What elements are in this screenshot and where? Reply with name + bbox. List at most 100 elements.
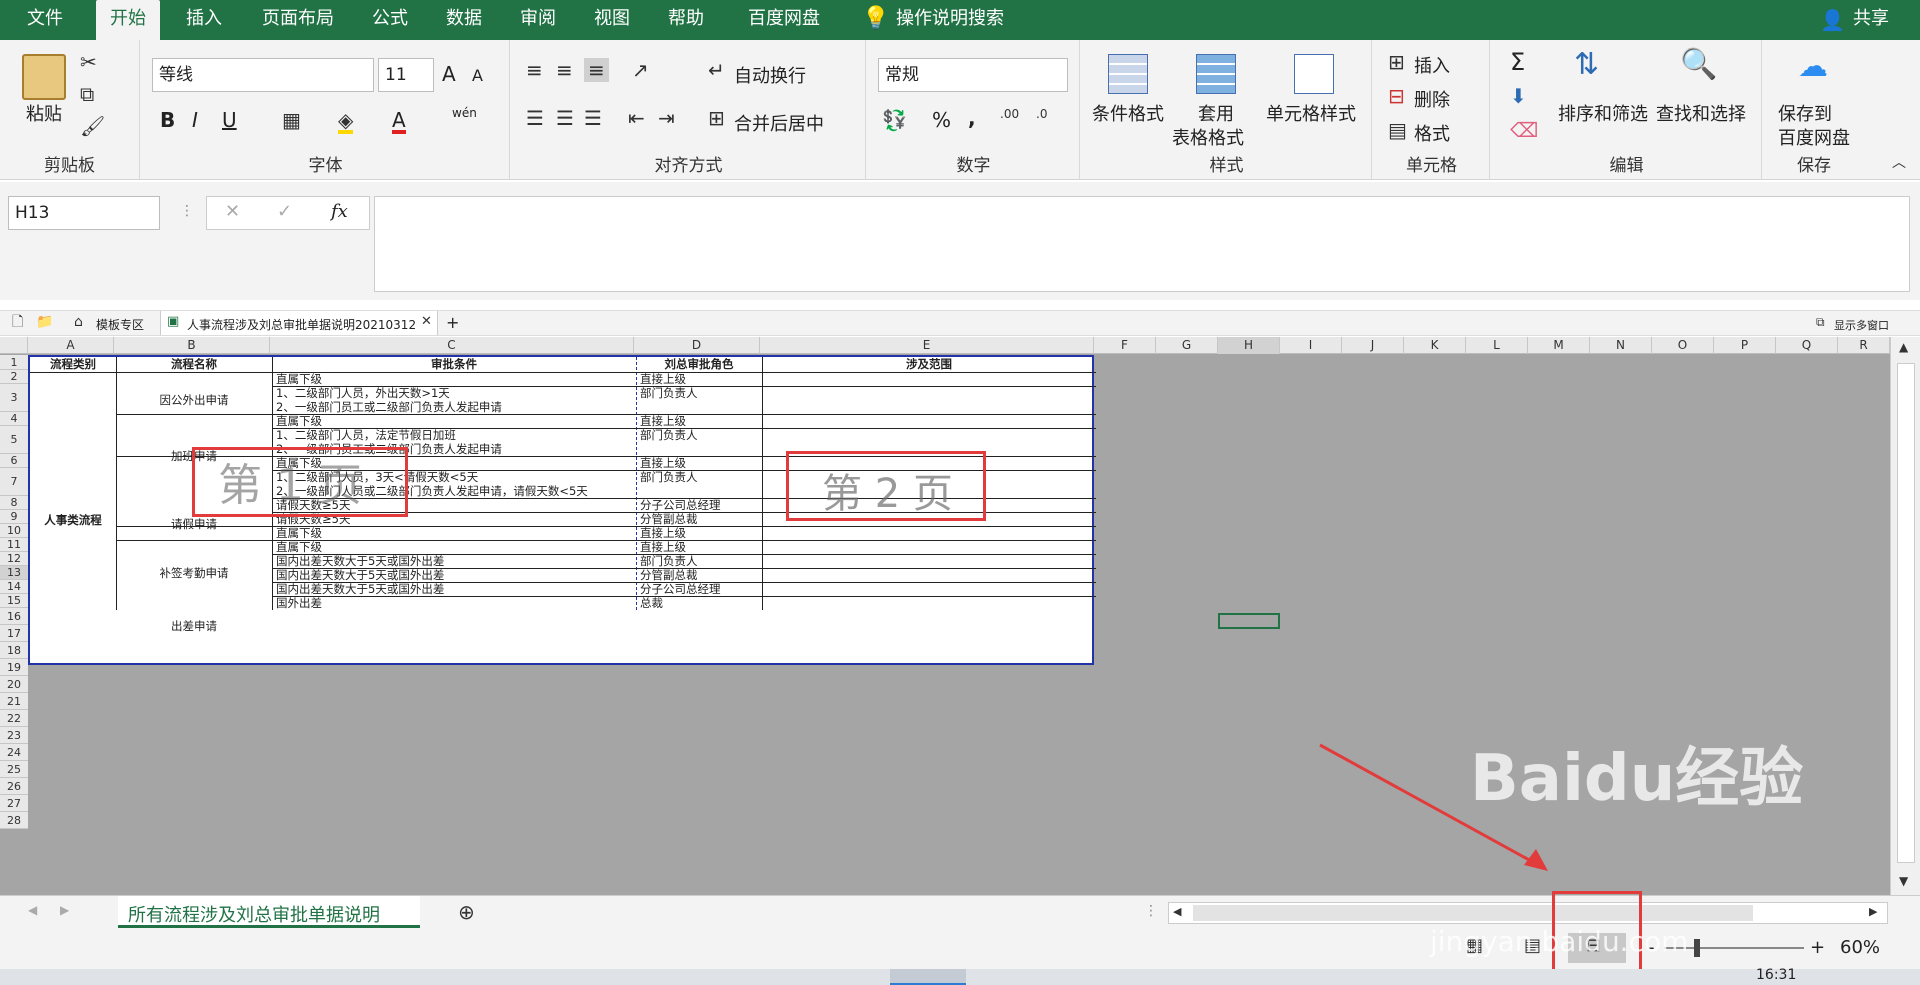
- format-painter-icon[interactable]: 🖌: [80, 116, 105, 136]
- wrap-text-button[interactable]: 自动换行: [734, 62, 806, 88]
- tab-insert[interactable]: 插入: [172, 0, 236, 40]
- conditional-format-button[interactable]: 条件格式: [1092, 100, 1164, 126]
- cancel-button[interactable]: ✕: [225, 201, 240, 222]
- align-top-icon[interactable]: ≡: [526, 60, 543, 80]
- fill-color-icon[interactable]: ◈: [338, 110, 354, 134]
- row-header[interactable]: 18: [0, 642, 28, 659]
- row-header[interactable]: 21: [0, 693, 28, 710]
- merge-center-button[interactable]: 合并后居中: [734, 110, 824, 136]
- formula-input[interactable]: [374, 196, 1910, 292]
- name-box[interactable]: H13: [8, 196, 160, 230]
- tab-formulas[interactable]: 公式: [358, 0, 422, 40]
- condition-cell[interactable]: 1、二级部门人员，外出天数>1天: [276, 386, 632, 400]
- role-cell[interactable]: 直接上级: [640, 526, 760, 540]
- role-cell[interactable]: 直接上级: [640, 372, 760, 386]
- prev-sheet-icon[interactable]: ◀: [28, 904, 37, 916]
- col-header[interactable]: Q: [1776, 337, 1838, 354]
- condition-cell[interactable]: 国内出差天数大于5天或国外出差: [276, 568, 632, 582]
- autosum-button[interactable]: Σ: [1510, 48, 1525, 76]
- header-cell[interactable]: 涉及范围: [762, 357, 1096, 371]
- col-header[interactable]: R: [1838, 337, 1890, 354]
- row-header[interactable]: 8: [0, 496, 28, 510]
- new-tab-button[interactable]: +: [446, 313, 459, 332]
- font-color-icon[interactable]: A: [392, 110, 406, 134]
- row-header[interactable]: 20: [0, 676, 28, 693]
- decrease-decimal-icon[interactable]: .0: [1036, 108, 1047, 120]
- process-name-cell[interactable]: 出差申请: [116, 619, 272, 633]
- col-header[interactable]: H: [1218, 337, 1280, 354]
- row-header[interactable]: 16: [0, 608, 28, 625]
- row-header[interactable]: 9: [0, 510, 28, 524]
- decrease-indent-icon[interactable]: ⇤: [628, 108, 645, 128]
- tab-baidu-pan[interactable]: 百度网盘: [736, 0, 832, 40]
- italic-button[interactable]: I: [192, 108, 198, 132]
- scroll-up-icon[interactable]: ▲: [1899, 341, 1908, 353]
- col-header[interactable]: M: [1528, 337, 1590, 354]
- scroll-left-icon[interactable]: ◀: [1173, 906, 1181, 917]
- condition-cell[interactable]: 直属下级: [276, 372, 632, 386]
- row-header[interactable]: 27: [0, 795, 28, 812]
- role-cell[interactable]: 分管副总裁: [640, 568, 760, 582]
- col-header[interactable]: L: [1466, 337, 1528, 354]
- template-zone-tab[interactable]: 模板专区: [96, 316, 144, 333]
- align-left-icon[interactable]: ☰: [526, 108, 544, 128]
- increase-decimal-icon[interactable]: .00: [1000, 108, 1019, 120]
- col-header[interactable]: O: [1652, 337, 1714, 354]
- sort-filter-button[interactable]: 排序和筛选: [1558, 100, 1648, 126]
- row-header[interactable]: 10: [0, 524, 28, 538]
- orientation-icon[interactable]: ↗: [632, 60, 649, 80]
- delete-cells-button[interactable]: 删除: [1414, 86, 1450, 112]
- cell-styles-button[interactable]: 单元格样式: [1266, 100, 1356, 126]
- condition-cell[interactable]: 国内出差天数大于5天或国外出差: [276, 554, 632, 568]
- col-header[interactable]: E: [760, 337, 1094, 354]
- category-cell[interactable]: 人事类流程: [30, 513, 116, 527]
- border-icon[interactable]: ▦: [282, 110, 301, 130]
- increase-indent-icon[interactable]: ⇥: [658, 108, 675, 128]
- copy-icon[interactable]: ⧉: [80, 84, 94, 104]
- taskbar-excel-button[interactable]: [890, 969, 966, 985]
- align-bottom-icon[interactable]: ≡: [584, 58, 609, 82]
- file-tab[interactable]: ▣ 人事流程涉及刘总审批单据说明20210312 ✕: [160, 311, 438, 335]
- condition-cell[interactable]: 2、一级部门员工或二级部门负责人发起申请: [276, 400, 632, 414]
- row-header[interactable]: 13: [0, 566, 28, 580]
- role-cell[interactable]: 直接上级: [640, 456, 760, 470]
- col-header[interactable]: G: [1156, 337, 1218, 354]
- phonetic-button[interactable]: wén: [452, 106, 477, 120]
- col-header[interactable]: C: [270, 337, 634, 354]
- collapse-ribbon-icon[interactable]: ︿: [1892, 156, 1906, 170]
- row-header[interactable]: 1: [0, 355, 28, 370]
- save-to-label-2[interactable]: 百度网盘: [1778, 124, 1850, 150]
- col-header[interactable]: P: [1714, 337, 1776, 354]
- col-header[interactable]: D: [634, 337, 760, 354]
- col-header[interactable]: A: [28, 337, 114, 354]
- condition-cell[interactable]: 国内出差天数大于5天或国外出差: [276, 582, 632, 596]
- row-header[interactable]: 25: [0, 761, 28, 778]
- scroll-thumb[interactable]: [1897, 363, 1915, 863]
- header-cell[interactable]: 审批条件: [272, 357, 636, 371]
- row-header[interactable]: 23: [0, 727, 28, 744]
- zoom-in-button[interactable]: +: [1810, 937, 1825, 958]
- grow-font-button[interactable]: A: [442, 62, 456, 86]
- row-header[interactable]: 2: [0, 370, 28, 384]
- share-button[interactable]: 共享: [1846, 0, 1896, 40]
- number-format-select[interactable]: 常规: [878, 58, 1068, 92]
- condition-cell[interactable]: 直属下级: [276, 414, 632, 428]
- col-header[interactable]: J: [1342, 337, 1404, 354]
- bold-button[interactable]: B: [160, 108, 175, 132]
- horizontal-scrollbar[interactable]: ◀ ▶: [1168, 902, 1888, 924]
- select-all-corner[interactable]: [0, 337, 28, 354]
- header-cell[interactable]: 流程类别: [30, 357, 116, 371]
- paste-icon[interactable]: [22, 54, 66, 100]
- row-header[interactable]: 4: [0, 412, 28, 426]
- role-cell[interactable]: 分子公司总经理: [640, 582, 760, 596]
- vertical-scrollbar[interactable]: ▲ ▼: [1890, 337, 1920, 895]
- col-header[interactable]: K: [1404, 337, 1466, 354]
- new-doc-icon[interactable]: 🗋: [12, 315, 23, 329]
- role-cell[interactable]: 直接上级: [640, 540, 760, 554]
- row-header[interactable]: 17: [0, 625, 28, 642]
- header-cell[interactable]: 流程名称: [116, 357, 272, 371]
- role-cell[interactable]: 分子公司总经理: [640, 498, 760, 512]
- tab-home[interactable]: 开始: [96, 0, 160, 40]
- tab-view[interactable]: 视图: [580, 0, 644, 40]
- tab-review[interactable]: 审阅: [506, 0, 570, 40]
